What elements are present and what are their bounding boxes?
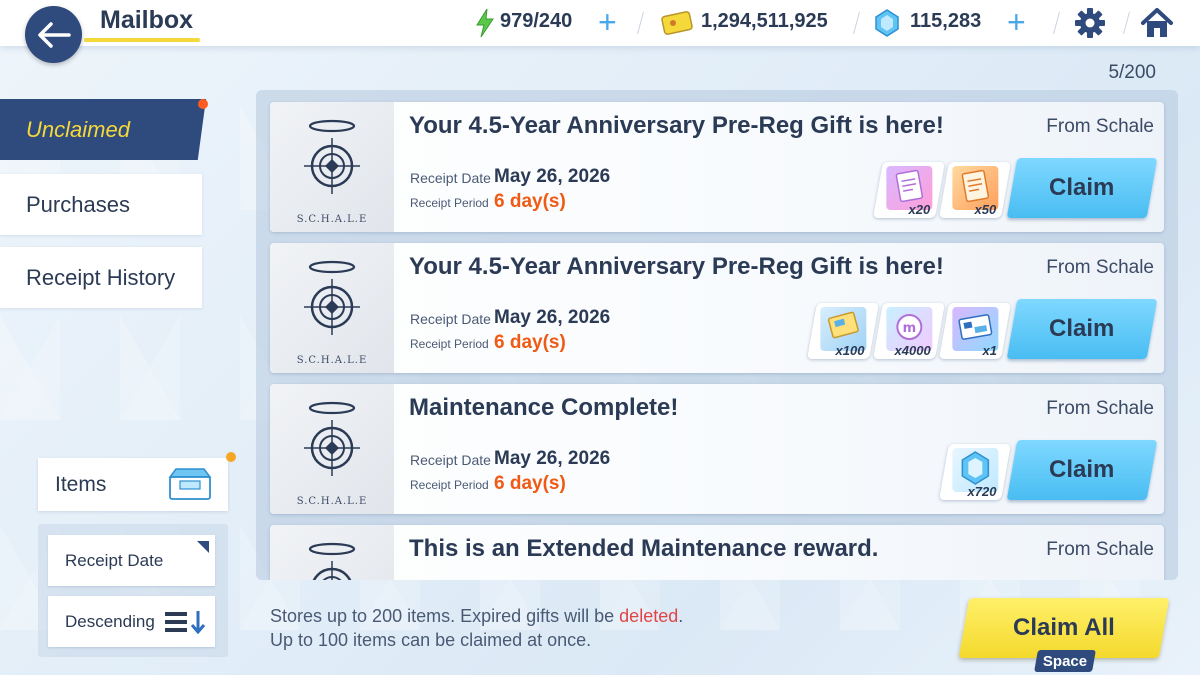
receipt-period: 6 day(s) (494, 191, 566, 212)
tab-receipt-history[interactable]: Receipt History (0, 247, 202, 308)
claim-button[interactable]: Claim (1006, 158, 1158, 218)
add-pyroxene-button[interactable]: + (1007, 6, 1026, 38)
note-line1-suffix: . (678, 606, 684, 626)
arrow-left-icon (37, 21, 71, 48)
mail-item: S.C.H.A.L.E Your 4.5-Year Anniversary Pr… (270, 243, 1164, 373)
mail-list: S.C.H.A.L.E Your 4.5-Year Anniversary Pr… (256, 90, 1178, 580)
space-key-label: Space (1042, 652, 1088, 670)
schale-halo-icon (308, 542, 356, 580)
receipt-date: May 26, 2026 (494, 307, 611, 328)
schale-logo-text: S.C.H.A.L.E (296, 355, 368, 366)
svg-text:m: m (903, 321, 917, 336)
reward-qty: x50 (974, 202, 997, 217)
receipt-date-label: Receipt Date (410, 311, 491, 327)
gear-icon (1075, 8, 1105, 38)
receipt-period-label: Receipt Period (410, 478, 489, 492)
tab-unclaimed[interactable]: Unclaimed (0, 99, 206, 160)
mail-title: Your 4.5-Year Anniversary Pre-Reg Gift i… (409, 112, 944, 139)
lightning-icon (468, 6, 502, 40)
note-line1-prefix: Stores up to 200 items. Expired gifts wi… (270, 606, 620, 626)
note-deleted-word: deleted (619, 606, 679, 626)
receipt-date: May 26, 2026 (494, 166, 611, 187)
schale-logo: S.C.H.A.L.E (270, 384, 394, 514)
tab-receipt-history-label: Receipt History (26, 264, 176, 290)
claim-label: Claim (1049, 315, 1115, 342)
mail-item: S.C.H.A.L.E Maintenance Complete! From S… (270, 384, 1164, 514)
claim-button[interactable]: Claim (1006, 299, 1158, 359)
tab-purchases-label: Purchases (26, 191, 130, 217)
tab-unclaimed-label: Unclaimed (26, 116, 130, 142)
mail-sender: From Schale (1046, 116, 1154, 137)
back-button[interactable] (25, 6, 82, 63)
note-line2: Up to 100 items can be claimed at once. (270, 630, 592, 650)
mail-title: This is an Extended Maintenance reward. (409, 535, 879, 562)
settings-button[interactable] (1073, 6, 1107, 40)
credit-card-icon (660, 6, 694, 40)
schale-logo-text: S.C.H.A.L.E (296, 214, 368, 225)
mail-sender: From Schale (1046, 398, 1154, 419)
mail-sender: From Schale (1046, 257, 1154, 278)
schale-logo: S.C.H.A.L.E (270, 243, 394, 373)
space-key-hint: Space (1034, 650, 1096, 672)
schale-logo (270, 525, 394, 580)
mail-count: 5/200 (1108, 62, 1156, 83)
receipt-period: 6 day(s) (494, 332, 566, 353)
dropdown-corner-icon (197, 541, 209, 553)
reward-qty: x20 (908, 202, 931, 217)
reward-item[interactable]: x100 (807, 303, 879, 359)
home-icon (1141, 8, 1173, 37)
receipt-period-label: Receipt Period (410, 337, 489, 351)
add-ap-button[interactable]: + (598, 6, 617, 38)
tab-purchases[interactable]: Purchases (0, 174, 202, 235)
credits-counter: 1,294,511,925 (701, 10, 828, 32)
reward-item[interactable]: m x4000 (873, 303, 945, 359)
receipt-date-label: Receipt Date (410, 170, 491, 186)
sort-by-label: Receipt Date (65, 550, 164, 570)
title-underline (84, 38, 200, 42)
sort-order-toggle[interactable]: Descending (48, 596, 215, 647)
schale-halo-icon (304, 119, 360, 194)
items-filter-label: Items (55, 472, 107, 496)
reward-qty: x100 (835, 343, 865, 358)
ap-counter: 979/240 (500, 10, 573, 32)
receipt-date: May 26, 2026 (494, 448, 611, 469)
home-button[interactable] (1140, 6, 1174, 40)
claim-button[interactable]: Claim (1006, 440, 1158, 500)
claim-all-button[interactable]: Claim All (958, 598, 1170, 658)
page-title: Mailbox (100, 6, 194, 34)
sort-panel: Receipt Date Descending (38, 524, 228, 657)
mail-title: Maintenance Complete! (409, 394, 679, 421)
storage-note: Stores up to 200 items. Expired gifts wi… (270, 604, 683, 652)
mail-item: This is an Extended Maintenance reward. … (270, 525, 1164, 580)
receipt-period: 6 day(s) (494, 473, 566, 494)
sort-order-label: Descending (65, 611, 155, 631)
reward-qty: x720 (967, 484, 997, 499)
items-filter-button[interactable]: Items (38, 458, 228, 511)
pyroxene-icon (870, 6, 904, 40)
pyroxene-counter: 115,283 (910, 10, 982, 32)
receipt-period-label: Receipt Period (410, 196, 489, 210)
reward-item[interactable]: x720 (939, 444, 1011, 500)
sort-descending-icon (165, 611, 206, 634)
mail-sender: From Schale (1046, 539, 1154, 560)
reward-item[interactable]: x1 (939, 303, 1011, 359)
reward-qty: x4000 (894, 343, 931, 358)
schale-logo: S.C.H.A.L.E (270, 102, 394, 232)
reward-qty: x1 (982, 343, 997, 358)
mail-title: Your 4.5-Year Anniversary Pre-Reg Gift i… (409, 253, 944, 280)
schale-halo-icon (304, 401, 360, 476)
mail-item: S.C.H.A.L.E Your 4.5-Year Anniversary Pr… (270, 102, 1164, 232)
claim-label: Claim (1049, 456, 1115, 483)
reward-item[interactable]: x50 (939, 162, 1011, 218)
notification-dot (226, 452, 236, 462)
schale-halo-icon (304, 260, 360, 335)
sort-by-dropdown[interactable]: Receipt Date (48, 535, 215, 586)
mailbox-tray-icon (168, 468, 212, 500)
notification-dot (198, 99, 208, 109)
schale-logo-text: S.C.H.A.L.E (296, 496, 368, 507)
claim-label: Claim (1049, 174, 1115, 201)
receipt-date-label: Receipt Date (410, 452, 491, 468)
reward-item[interactable]: x20 (873, 162, 945, 218)
claim-all-label: Claim All (1013, 614, 1115, 641)
